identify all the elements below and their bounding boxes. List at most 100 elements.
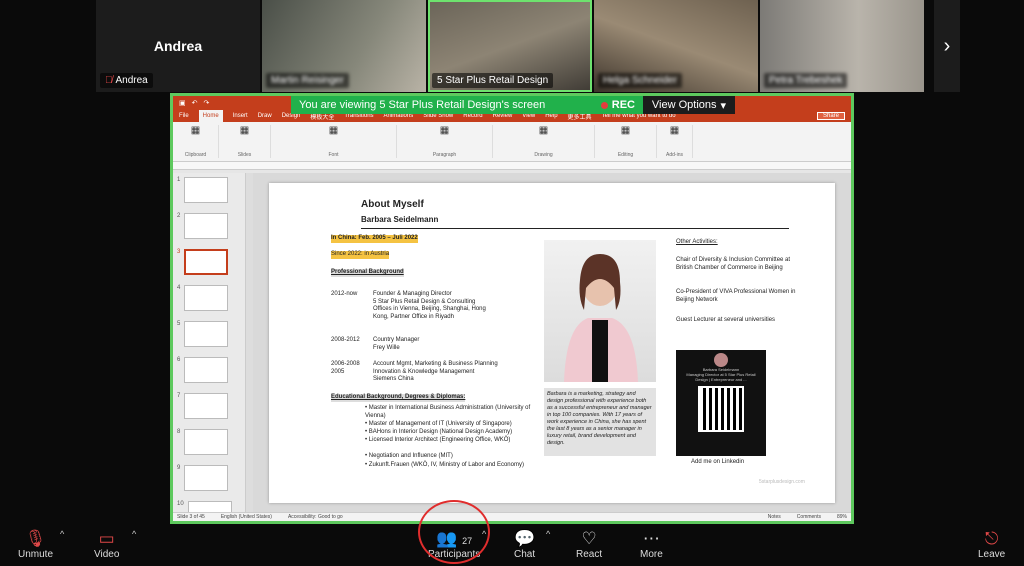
leave-label: Leave bbox=[978, 549, 1006, 560]
thumbnail-preview bbox=[184, 177, 229, 203]
ribbon-tool-icon[interactable]: ▦ bbox=[191, 125, 200, 136]
unmute-button[interactable]: 🎙 Unmute bbox=[18, 529, 53, 560]
ribbon-tool-icon[interactable]: ▦ bbox=[440, 125, 449, 136]
next-page-button[interactable]: › bbox=[934, 0, 960, 92]
more-icon: ⋯ bbox=[642, 529, 660, 548]
participant-label: Martin Reisinger bbox=[266, 73, 349, 88]
ribbon-group[interactable]: ▦ Editing bbox=[601, 125, 657, 158]
ribbon-group[interactable]: ▦ Font bbox=[277, 125, 397, 158]
ribbon-group[interactable]: ▦ Paragraph bbox=[403, 125, 493, 158]
slide-thumbnail[interactable]: 2 bbox=[173, 213, 245, 249]
edu-text: Master in International Business Adminis… bbox=[365, 405, 531, 419]
react-label: React bbox=[576, 549, 603, 560]
participant-tile-active-speaker[interactable]: 5 Star Plus Retail Design bbox=[428, 0, 592, 92]
slide-thumbnail[interactable]: 6 bbox=[173, 357, 245, 393]
ribbon-tool-icon[interactable]: ▦ bbox=[670, 125, 679, 136]
audio-options-caret[interactable]: ^ bbox=[60, 529, 64, 539]
slide-thumbnail[interactable]: 8 bbox=[173, 429, 245, 465]
ribbon-group-label: Paragraph bbox=[432, 152, 457, 158]
thumbnail-scrollbar[interactable] bbox=[245, 173, 253, 512]
slide-thumbnail[interactable]: 5 bbox=[173, 321, 245, 357]
participant-tile-5[interactable]: Petra Trebeshek bbox=[760, 0, 924, 92]
comments-button[interactable]: Comments bbox=[797, 514, 821, 520]
meeting-toolbar: 🎙 Unmute ^ ▭ Video ^ 👥 27 Participants ^… bbox=[0, 524, 1024, 566]
other-heading: Other Activities: bbox=[676, 239, 718, 245]
thumbnail-number: 6 bbox=[177, 357, 181, 363]
participant-name-large: Andrea bbox=[153, 38, 203, 54]
save-icon[interactable]: ▣ bbox=[179, 99, 186, 107]
ribbon-group[interactable]: ▦ Add-ins bbox=[663, 125, 693, 158]
meeting-window: Andrea 🎙̸ Andrea Martin Reisinger 5 Star … bbox=[0, 0, 1024, 566]
other-activity: Co-President of VIVA Professional Women … bbox=[676, 289, 796, 303]
edu-item: • Negotiation and Influence (MIT) bbox=[365, 453, 541, 461]
slide-thumbnail[interactable]: 4 bbox=[173, 285, 245, 321]
job-description: Account Mgmt, Marketing & Business Plann… bbox=[373, 361, 498, 382]
recording-indicator: REC bbox=[600, 99, 635, 111]
ppt-tab[interactable]: Insert bbox=[233, 113, 248, 119]
participant-label-text: Andrea bbox=[115, 75, 148, 86]
mic-muted-icon: 🎙̸ bbox=[105, 75, 113, 86]
ppt-tab[interactable]: Draw bbox=[258, 113, 272, 119]
shared-screen[interactable]: You are viewing 5 Star Plus Retail Desig… bbox=[170, 93, 854, 524]
ribbon-group-label: Clipboard bbox=[184, 152, 207, 158]
divider bbox=[361, 228, 789, 229]
accessibility-indicator[interactable]: Accessibility: Good to go bbox=[288, 514, 343, 520]
undo-icon[interactable]: ↶ bbox=[192, 99, 198, 107]
ppt-tab[interactable]: File bbox=[179, 113, 189, 119]
slide-footer: 5starplusdesign.com bbox=[759, 479, 805, 485]
ribbon-tool-icon[interactable]: ▦ bbox=[240, 125, 249, 136]
slide-thumbnail[interactable]: 7 bbox=[173, 393, 245, 429]
edu-text: Licensed Interior Architect (Engineering… bbox=[368, 437, 511, 443]
chat-label: Chat bbox=[514, 549, 536, 560]
chat-options-caret[interactable]: ^ bbox=[546, 529, 550, 539]
ppt-ribbon: ▦ Clipboard ▦ Slides ▦ Font ▦ Paragraph ▦ Drawing… bbox=[173, 122, 851, 162]
slide-3[interactable]: About Myself Barbara Seidelmann In China… bbox=[269, 183, 835, 503]
mic-muted-icon: 🎙 bbox=[24, 529, 47, 548]
participant-tile-4[interactable]: Helga Schneider bbox=[594, 0, 758, 92]
zoom-level[interactable]: 89% bbox=[837, 514, 847, 520]
notes-button[interactable]: Notes bbox=[768, 514, 781, 520]
participant-tile-2[interactable]: Martin Reisinger bbox=[262, 0, 426, 92]
more-label: More bbox=[640, 549, 663, 560]
ribbon-group[interactable]: ▦ Drawing bbox=[499, 125, 595, 158]
slide-counter: Slide 3 of 45 bbox=[177, 514, 205, 520]
austria-period: Since 2022: in Austria bbox=[331, 251, 390, 259]
leave-button[interactable]: ⎋ Leave bbox=[978, 529, 1005, 560]
qr-code-icon bbox=[698, 386, 744, 432]
chat-icon: 💬 bbox=[514, 529, 536, 548]
ppt-statusbar: Slide 3 of 45 English (United States) Ac… bbox=[173, 512, 851, 521]
ppt-share-button[interactable]: Share bbox=[816, 112, 845, 120]
participant-label: Helga Schneider bbox=[598, 73, 682, 88]
ribbon-tool-icon[interactable]: ▦ bbox=[539, 125, 548, 136]
chat-button[interactable]: 💬 Chat bbox=[514, 529, 535, 560]
slide-thumbnail[interactable]: 1 bbox=[173, 177, 245, 213]
ribbon-group[interactable]: ▦ Clipboard bbox=[179, 125, 219, 158]
video-button[interactable]: ▭ Video bbox=[94, 529, 119, 560]
ppt-tab[interactable]: Home bbox=[198, 110, 223, 122]
react-button[interactable]: ♡ React bbox=[576, 529, 602, 560]
other-activity: Chair of Diversity & Inclusion Committee… bbox=[676, 257, 791, 271]
ribbon-group-label: Drawing bbox=[534, 152, 553, 158]
leave-icon: ⎋ bbox=[984, 529, 999, 548]
slide-thumbnail[interactable]: 9 bbox=[173, 465, 245, 501]
ribbon-tool-icon[interactable]: ▦ bbox=[621, 125, 630, 136]
profile-photo bbox=[544, 240, 656, 382]
video-options-caret[interactable]: ^ bbox=[132, 529, 136, 539]
rec-dot-icon bbox=[600, 101, 608, 109]
thumbnail-preview bbox=[184, 465, 229, 491]
participant-tile-andrea[interactable]: Andrea 🎙̸ Andrea bbox=[96, 0, 260, 92]
ribbon-tool-icon[interactable]: ▦ bbox=[329, 125, 338, 136]
view-options-button[interactable]: View Options ▾ bbox=[643, 96, 735, 114]
language-indicator[interactable]: English (United States) bbox=[221, 514, 272, 520]
ribbon-group-label: Font bbox=[328, 152, 339, 158]
more-button[interactable]: ⋯ More bbox=[640, 529, 663, 560]
participant-label: 🎙̸ Andrea bbox=[100, 73, 153, 88]
ribbon-group-label: Editing bbox=[617, 152, 634, 158]
thumbnail-number: 8 bbox=[177, 429, 181, 435]
linkedin-label: Add me on Linkedin bbox=[691, 459, 745, 465]
redo-icon[interactable]: ↷ bbox=[204, 99, 210, 107]
thumbnail-number: 10 bbox=[177, 501, 184, 507]
ribbon-group[interactable]: ▦ Slides bbox=[225, 125, 271, 158]
thumbnail-preview bbox=[184, 249, 229, 275]
slide-thumbnail[interactable]: 3 bbox=[173, 249, 245, 285]
